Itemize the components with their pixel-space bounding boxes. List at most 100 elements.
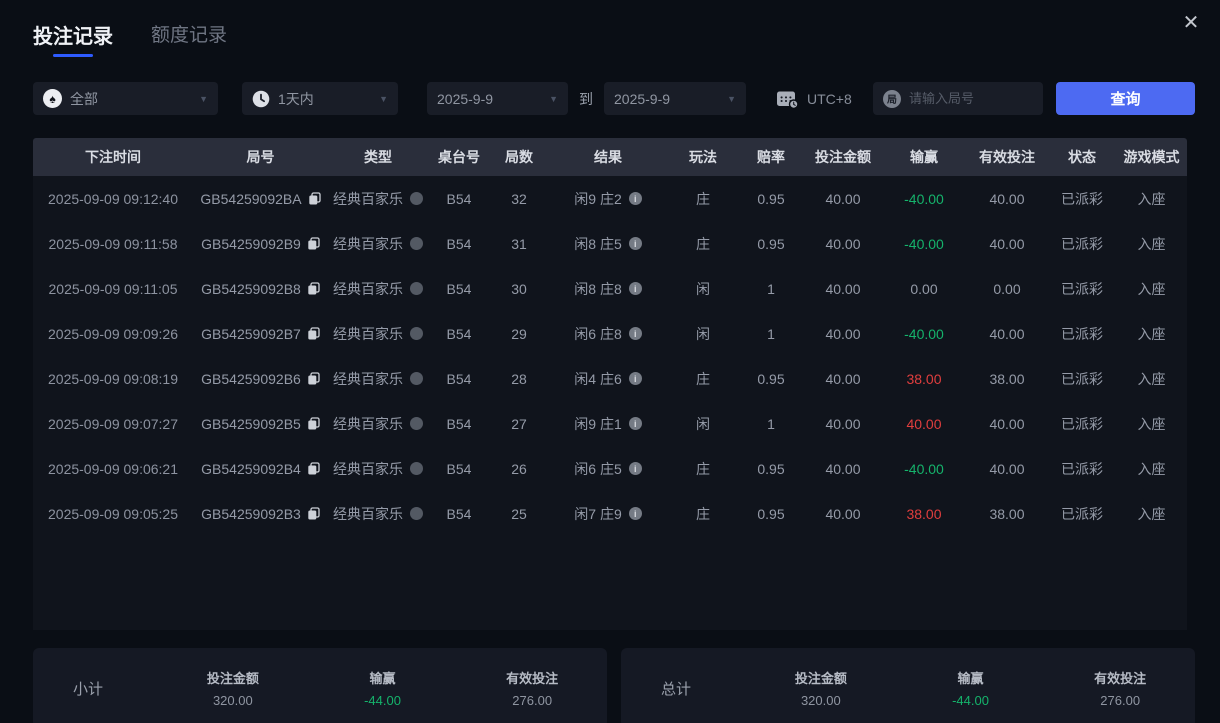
spade-icon xyxy=(43,89,62,108)
result-text: 闲9 庄2 xyxy=(574,190,622,207)
round-number-input[interactable] xyxy=(909,91,1033,106)
copy-icon[interactable] xyxy=(307,327,320,340)
table-header-cell: 玩法 xyxy=(689,149,717,165)
cell-game-type: 经典百家乐 xyxy=(328,504,428,524)
cell-status: 已派彩 xyxy=(1061,460,1103,477)
info-icon[interactable] xyxy=(628,282,642,295)
cell-round-id: GB54259092B8 xyxy=(193,281,328,297)
cell-bet-time: 2025-09-09 09:05:25 xyxy=(48,505,178,522)
cell-result: 闲8 庄5 xyxy=(548,234,668,254)
table-row[interactable]: 2025-09-09 09:09:26 GB54259092B7 经典百家乐 B… xyxy=(33,311,1187,356)
tab-betting-records[interactable]: 投注记录 xyxy=(33,20,113,57)
table-header-cell: 赔率 xyxy=(757,149,785,165)
table-row[interactable]: 2025-09-09 09:05:25 GB54259092B3 经典百家乐 B… xyxy=(33,491,1187,536)
cell-game-type: 经典百家乐 xyxy=(328,189,428,209)
table-row[interactable]: 2025-09-09 09:12:40 GB54259092BA 经典百家乐 B… xyxy=(33,176,1187,221)
cell-round-no: 30 xyxy=(511,280,527,297)
info-icon[interactable] xyxy=(628,372,642,385)
cell-play: 庄 xyxy=(696,505,710,522)
cell-round-id: GB54259092B7 xyxy=(193,326,328,342)
copy-icon[interactable] xyxy=(308,192,321,205)
date-from-value: 2025-9-9 xyxy=(437,90,494,107)
subtotal-bet-amount: 投注金额 320.00 xyxy=(158,668,308,708)
cell-bet-time: 2025-09-09 09:06:21 xyxy=(48,460,178,477)
tab-quota-records[interactable]: 额度记录 xyxy=(151,20,227,55)
stat-label: 输赢 xyxy=(957,671,984,686)
date-to-dropdown[interactable]: 2025-9-9 xyxy=(604,82,746,115)
result-text: 闲9 庄1 xyxy=(574,415,622,432)
table-row[interactable]: 2025-09-09 09:07:27 GB54259092B5 经典百家乐 B… xyxy=(33,401,1187,446)
cell-winloss: -40.00 xyxy=(904,325,944,342)
cell-round-id: GB54259092B5 xyxy=(193,416,328,432)
cell-status: 已派彩 xyxy=(1061,190,1103,207)
cell-table-no: B54 xyxy=(446,325,472,342)
stat-label: 有效投注 xyxy=(1094,671,1147,686)
game-type-dropdown[interactable]: 全部 xyxy=(33,82,218,115)
round-id-text: GB54259092B7 xyxy=(201,325,301,342)
info-icon[interactable] xyxy=(628,192,642,205)
total-panel: 总计 投注金额 320.00 输赢 -44.00 有效投注 276.00 xyxy=(621,648,1195,723)
stat-label: 有效投注 xyxy=(506,671,559,686)
cell-bet-time: 2025-09-09 09:11:05 xyxy=(48,280,178,297)
time-range-dropdown[interactable]: 1天内 xyxy=(242,82,398,115)
subtotal-valid-bet: 有效投注 276.00 xyxy=(457,668,607,708)
cell-bet-time: 2025-09-09 09:11:58 xyxy=(48,235,178,252)
timezone-group: UTC+8 xyxy=(776,89,852,109)
total-winloss: 输赢 -44.00 xyxy=(896,668,1046,708)
result-text: 闲8 庄5 xyxy=(574,235,622,252)
cell-status: 已派彩 xyxy=(1061,505,1103,522)
chevron-down-icon xyxy=(199,94,208,104)
table-row[interactable]: 2025-09-09 09:06:21 GB54259092B4 经典百家乐 B… xyxy=(33,446,1187,491)
cell-round-no: 29 xyxy=(511,325,527,342)
info-icon[interactable] xyxy=(628,417,642,430)
game-badge-icon xyxy=(410,282,423,295)
cell-round-id: GB54259092BA xyxy=(193,191,328,207)
cell-mode: 入座 xyxy=(1137,460,1166,477)
cell-mode: 入座 xyxy=(1137,415,1166,432)
copy-icon[interactable] xyxy=(307,282,320,295)
copy-icon[interactable] xyxy=(307,372,320,385)
table-row[interactable]: 2025-09-09 09:08:19 GB54259092B6 经典百家乐 B… xyxy=(33,356,1187,401)
info-icon[interactable] xyxy=(628,327,642,340)
cell-game-type: 经典百家乐 xyxy=(328,369,428,389)
cell-round-no: 26 xyxy=(511,460,527,477)
cell-bet-amount: 40.00 xyxy=(825,460,861,477)
cell-bet-amount: 40.00 xyxy=(825,190,861,207)
cell-table-no: B54 xyxy=(446,235,472,252)
copy-icon[interactable] xyxy=(307,417,320,430)
game-type-text: 经典百家乐 xyxy=(333,460,403,477)
info-icon[interactable] xyxy=(628,462,642,475)
game-badge-icon xyxy=(410,192,423,205)
filter-bar: 全部 1天内 2025-9-9 到 2025-9-9 xyxy=(33,82,1195,115)
date-from-dropdown[interactable]: 2025-9-9 xyxy=(427,82,568,115)
calendar-clock-icon[interactable] xyxy=(776,89,799,109)
round-id-text: GB54259092B6 xyxy=(201,370,301,387)
betting-records-window: 投注记录 额度记录 全部 1天内 2025-9-9 到 2025-9-9 xyxy=(0,0,1220,723)
cell-mode: 入座 xyxy=(1137,505,1166,522)
info-icon[interactable] xyxy=(628,507,642,520)
cell-round-id: GB54259092B9 xyxy=(193,236,328,252)
copy-icon[interactable] xyxy=(307,237,320,250)
cell-status: 已派彩 xyxy=(1061,280,1103,297)
round-id-text: GB54259092BA xyxy=(200,190,302,207)
table-row[interactable]: 2025-09-09 09:11:58 GB54259092B9 经典百家乐 B… xyxy=(33,221,1187,266)
game-type-text: 经典百家乐 xyxy=(333,370,403,387)
cell-play: 闲 xyxy=(696,325,710,342)
info-icon[interactable] xyxy=(628,237,642,250)
table-header-cell: 下注时间 xyxy=(85,149,141,165)
copy-icon[interactable] xyxy=(307,507,320,520)
round-number-field[interactable] xyxy=(873,82,1043,115)
cell-odds: 1 xyxy=(767,280,775,297)
bets-table: 下注时间 局号 类型 桌台号 局数 结果 玩法 赔率 投注金额 输赢 有效投注 状态 游戏模式 2025… xyxy=(33,138,1187,630)
cell-valid-bet: 40.00 xyxy=(989,415,1025,432)
cell-bet-time: 2025-09-09 09:08:19 xyxy=(48,370,178,387)
game-badge-icon xyxy=(410,327,423,340)
cell-bet-amount: 40.00 xyxy=(825,280,861,297)
cell-play: 庄 xyxy=(696,370,710,387)
table-row[interactable]: 2025-09-09 09:11:05 GB54259092B8 经典百家乐 B… xyxy=(33,266,1187,311)
close-icon[interactable] xyxy=(1176,8,1206,38)
copy-icon[interactable] xyxy=(307,462,320,475)
query-button[interactable]: 查询 xyxy=(1056,82,1195,115)
chevron-down-icon xyxy=(379,94,388,104)
cell-result: 闲8 庄8 xyxy=(548,279,668,299)
